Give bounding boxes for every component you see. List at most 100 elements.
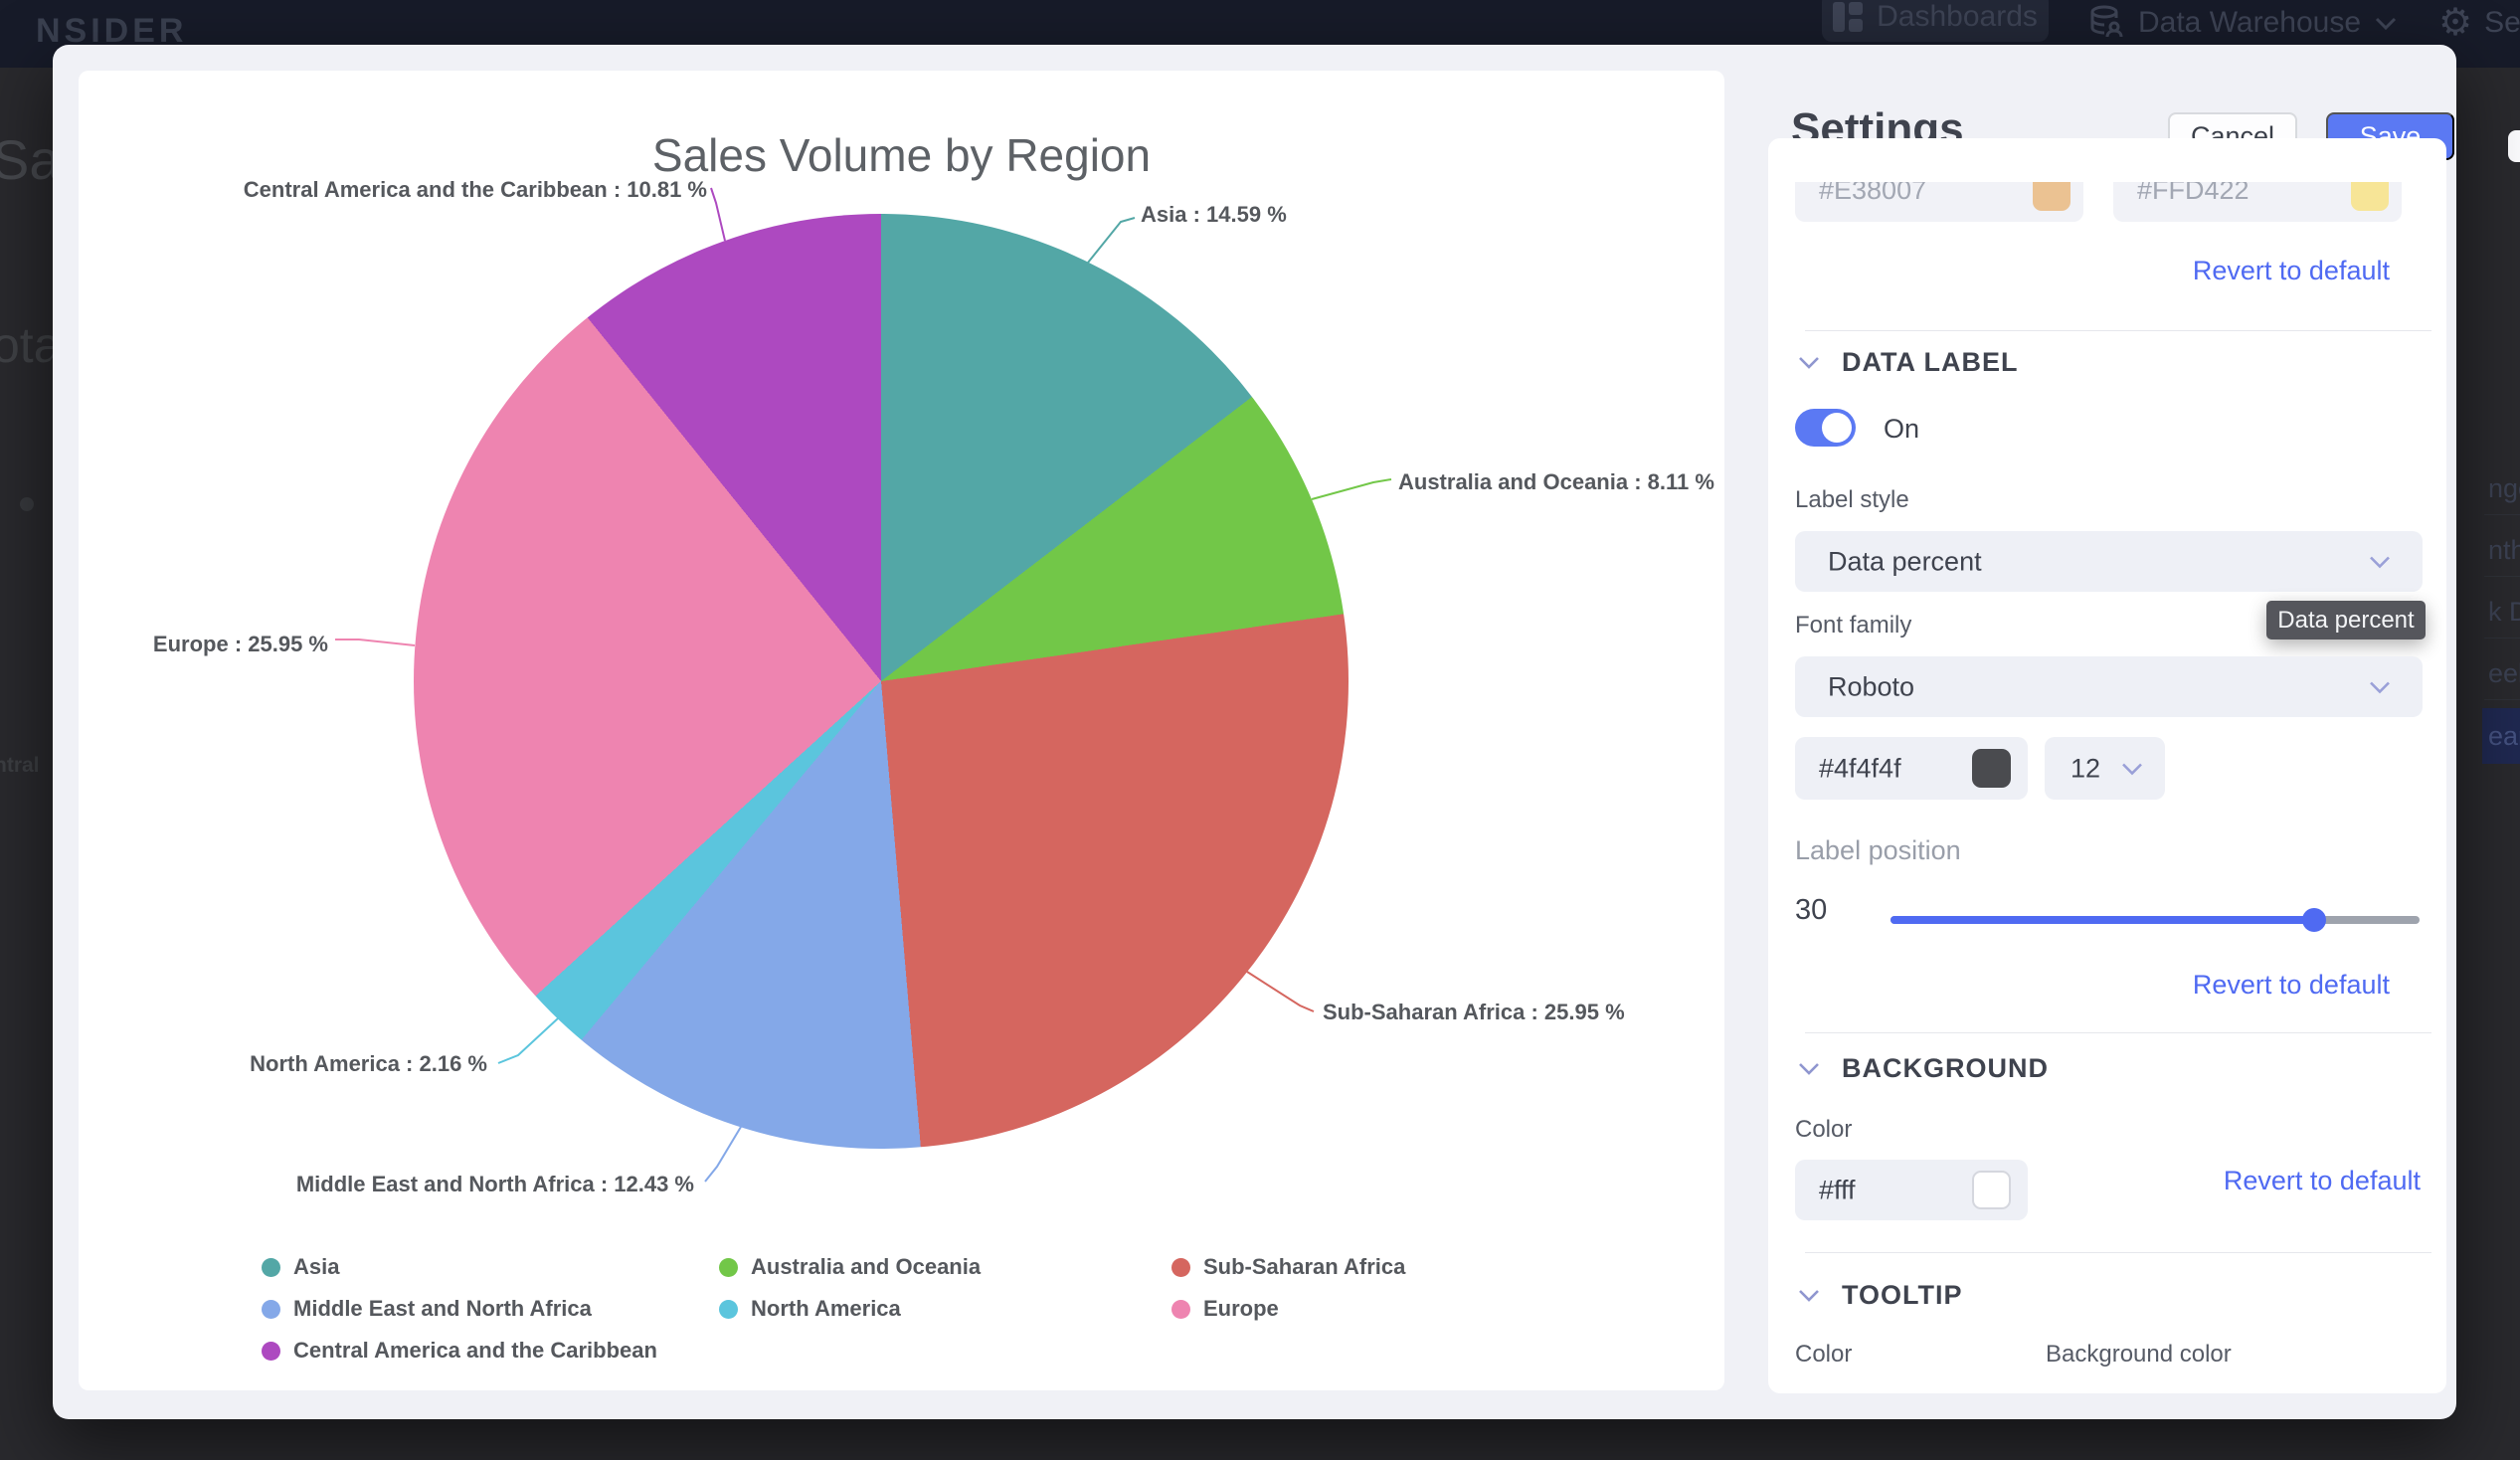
series-color-swatch-1[interactable] [2033, 182, 2070, 211]
legend-label: Australia and Oceania [751, 1254, 981, 1280]
font-family-select[interactable]: Roboto [1795, 656, 2423, 717]
legend-label: Europe [1203, 1296, 1279, 1322]
legend-item[interactable]: Central America and the Caribbean [262, 1338, 719, 1364]
series-color-value-2: #FFD422 [2137, 182, 2250, 205]
nav-settings-button[interactable]: ⚙ Se [2438, 2, 2520, 44]
font-color-swatch[interactable] [1972, 749, 2011, 788]
tooltip-color-label: Color [1795, 1341, 1852, 1369]
font-size-value: 12 [2070, 753, 2100, 784]
pie-data-label: Sub-Saharan Africa : 25.95 % [1323, 1000, 1625, 1025]
section-divider [1805, 1032, 2431, 1033]
nav-dashboards-label: Dashboards [1877, 0, 2038, 34]
series-color-swatch-2[interactable] [2351, 182, 2389, 211]
legend-color-dot [262, 1342, 280, 1361]
chart-title: Sales Volume by Region [79, 128, 1724, 182]
dimmed-menu-item: nth [2488, 535, 2520, 566]
dimmed-central-fragment: ntral [0, 754, 40, 778]
label-position-slider[interactable] [1890, 908, 2420, 932]
pie-data-label: Asia : 14.59 % [1141, 202, 1287, 228]
dimmed-menu-divider [2484, 699, 2520, 700]
section-divider [1805, 330, 2431, 331]
gear-icon: ⚙ [2438, 4, 2472, 42]
background-section-header[interactable]: BACKGROUND [1798, 1053, 2049, 1084]
font-size-select[interactable]: 12 [2045, 737, 2165, 800]
dimmed-menu-item-highlighted: ear [2482, 708, 2520, 764]
series-color-input-1[interactable]: #E38007 [1795, 182, 2083, 222]
chevron-down-icon [2369, 680, 2391, 693]
toggle-state-label: On [1884, 414, 1919, 445]
dimmed-menu-divider [2484, 638, 2520, 639]
dimmed-menu-divider [2484, 576, 2520, 577]
background-color-value: #fff [1819, 1175, 1856, 1205]
legend-label: Middle East and North Africa [293, 1296, 592, 1322]
series-color-value-1: #E38007 [1819, 182, 1926, 205]
data-label-toggle[interactable] [1795, 409, 1856, 447]
label-style-select[interactable]: Data percent [1795, 531, 2423, 592]
data-label-section-header[interactable]: DATA LABEL [1798, 347, 2018, 378]
chevron-down-icon [1798, 1289, 1820, 1302]
pie-data-label: Europe : 25.95 % [153, 632, 328, 657]
legend-color-dot [262, 1258, 280, 1277]
slider-thumb[interactable] [2302, 908, 2326, 932]
revert-to-default-link-data-label[interactable]: Revert to default [2193, 970, 2390, 1001]
legend-item[interactable]: North America [719, 1296, 1171, 1322]
background-header-text: BACKGROUND [1842, 1053, 2049, 1084]
series-color-input-2[interactable]: #FFD422 [2113, 182, 2402, 222]
settings-scroll-card: #E38007 #FFD422 Revert to default DATA L… [1768, 138, 2446, 1393]
legend-item[interactable]: Sub-Saharan Africa [1171, 1254, 1589, 1280]
legend-label: Sub-Saharan Africa [1203, 1254, 1405, 1280]
chevron-down-icon [1798, 356, 1820, 369]
section-divider [1805, 1252, 2431, 1253]
legend-label: North America [751, 1296, 901, 1322]
label-style-tooltip: Data percent [2266, 601, 2426, 639]
background-color-input[interactable]: #fff [1795, 1160, 2028, 1220]
pie-data-label: Australia and Oceania : 8.11 % [1398, 469, 1714, 495]
legend-label: Asia [293, 1254, 339, 1280]
legend-color-dot [719, 1300, 738, 1319]
dimmed-menu-item: k D [2488, 597, 2520, 628]
series-colors-row: #E38007 #FFD422 [1795, 182, 2431, 244]
chevron-down-icon [2369, 555, 2391, 568]
nav-settings-label-partial: Se [2484, 6, 2520, 40]
nav-data-warehouse-label: Data Warehouse [2138, 6, 2361, 40]
legend-color-dot [1171, 1258, 1190, 1277]
legend-item[interactable]: Europe [1171, 1296, 1589, 1322]
legend-item[interactable]: Australia and Oceania [719, 1254, 1171, 1280]
dimmed-menu-divider [2484, 514, 2520, 515]
dimmed-bullet-dot [20, 497, 34, 511]
label-style-label: Label style [1795, 486, 1909, 514]
chevron-down-icon [2121, 762, 2143, 775]
label-style-value: Data percent [1828, 546, 1982, 577]
nav-dashboards-button[interactable]: Dashboards [1822, 0, 2049, 42]
font-color-value: #4f4f4f [1819, 753, 1901, 784]
chevron-down-icon [2375, 17, 2397, 30]
label-position-value: 30 [1795, 894, 1827, 927]
chart-settings-modal: Sales Volume by Region Asia : 14.59 % Aus… [53, 45, 2456, 1419]
pie-chart[interactable] [414, 214, 1349, 1149]
slider-fill [1890, 916, 2314, 924]
legend-item[interactable]: Asia [262, 1254, 719, 1280]
legend-item[interactable]: Middle East and North Africa [262, 1296, 719, 1322]
legend-color-dot [1171, 1300, 1190, 1319]
tooltip-background-color-label: Background color [2046, 1341, 2232, 1369]
legend-color-dot [719, 1258, 738, 1277]
dimmed-panel-fragment [2508, 130, 2520, 162]
legend-label: Central America and the Caribbean [293, 1338, 657, 1364]
font-family-value: Roboto [1828, 671, 1914, 702]
nav-data-warehouse-button[interactable]: Data Warehouse [2088, 2, 2397, 44]
chart-preview-card: Sales Volume by Region Asia : 14.59 % Aus… [79, 71, 1724, 1390]
dimmed-menu-item: nge [2488, 473, 2520, 504]
tooltip-section-header[interactable]: TOOLTIP [1798, 1280, 1963, 1311]
pie-data-label: Middle East and North Africa : 12.43 % [296, 1172, 694, 1197]
chart-legend: Asia Australia and Oceania Sub-Saharan Afr… [262, 1254, 1589, 1364]
revert-to-default-link-background[interactable]: Revert to default [2224, 1166, 2421, 1196]
label-position-label: Label position [1795, 835, 1961, 866]
legend-color-dot [262, 1300, 280, 1319]
chevron-down-icon [1798, 1062, 1820, 1075]
toggle-knob [1822, 413, 1852, 443]
font-color-input[interactable]: #4f4f4f [1795, 737, 2028, 800]
background-color-label: Color [1795, 1116, 1852, 1144]
background-color-swatch[interactable] [1972, 1171, 2011, 1209]
revert-to-default-link-series[interactable]: Revert to default [2193, 256, 2390, 286]
font-family-label: Font family [1795, 612, 1911, 639]
